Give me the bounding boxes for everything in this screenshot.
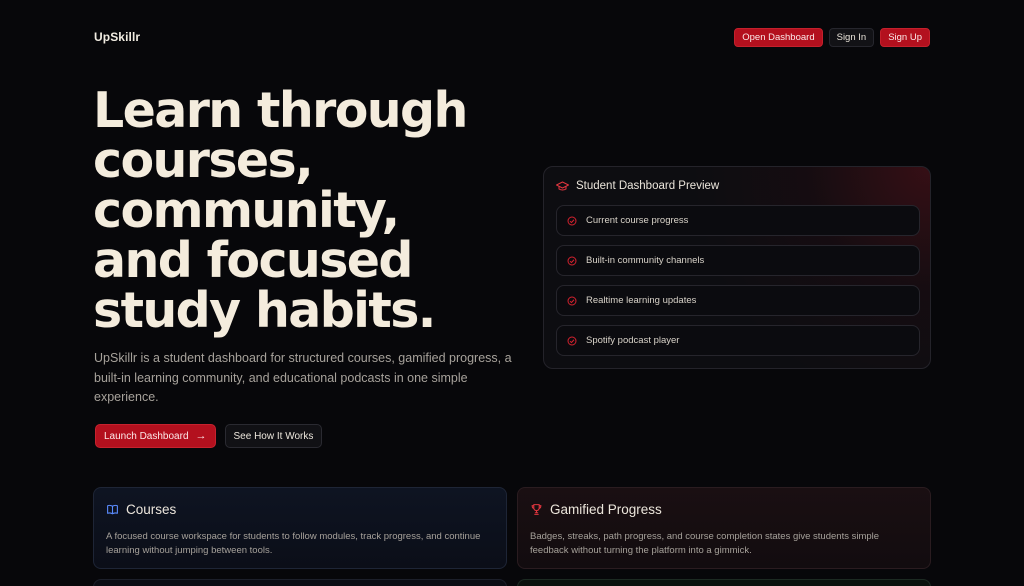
hero-title-line: courses, xyxy=(93,132,314,189)
launch-dashboard-button[interactable]: Launch Dashboard → xyxy=(95,424,216,448)
preview-item-label: Current course progress xyxy=(586,215,689,226)
top-nav: Open Dashboard Sign In Sign Up xyxy=(734,28,930,47)
check-circle-icon xyxy=(567,296,577,305)
preview-item: Realtime learning updates xyxy=(556,285,920,316)
hero-title-line: community, xyxy=(93,182,400,239)
dashboard-preview-card: Student Dashboard Preview Current course… xyxy=(543,166,931,369)
preview-item-label: Built-in community channels xyxy=(586,255,705,266)
preview-item: Spotify podcast player xyxy=(556,325,920,356)
see-how-it-works-button[interactable]: See How It Works xyxy=(224,424,323,448)
check-circle-icon xyxy=(567,256,577,265)
hero-cta-group: Launch Dashboard → See How It Works xyxy=(95,424,323,448)
feature-header: Courses xyxy=(106,501,494,517)
open-dashboard-button[interactable]: Open Dashboard xyxy=(734,28,823,47)
brand-logo[interactable]: UpSkillr xyxy=(94,30,140,44)
preview-list: Current course progress Built-in communi… xyxy=(556,205,920,356)
arrow-right-icon: → xyxy=(195,429,207,442)
hero-title-line: and focused xyxy=(93,232,413,289)
graduation-cap-icon xyxy=(556,181,569,191)
sign-up-button[interactable]: Sign Up xyxy=(880,28,930,47)
preview-item: Built-in community channels xyxy=(556,245,920,276)
preview-item-label: Spotify podcast player xyxy=(586,335,680,346)
feature-description: Badges, streaks, path progress, and cour… xyxy=(530,531,880,556)
sign-in-button[interactable]: Sign In xyxy=(828,28,875,47)
feature-header: Gamified Progress xyxy=(530,501,918,517)
feature-card-gamified-progress: Gamified Progress Badges, streaks, path … xyxy=(517,487,931,569)
check-circle-icon xyxy=(567,336,577,345)
landing-page: UpSkillr Open Dashboard Sign In Sign Up … xyxy=(0,0,1024,586)
feature-description: A focused course workspace for students … xyxy=(106,531,481,556)
feature-card-partial xyxy=(517,579,931,586)
feature-title: Courses xyxy=(126,501,177,517)
book-icon xyxy=(107,504,118,514)
feature-title: Gamified Progress xyxy=(550,501,662,517)
hero-title-line: study habits. xyxy=(93,282,436,339)
hero-description: UpSkillr is a student dashboard for stru… xyxy=(94,351,512,404)
trophy-icon xyxy=(531,503,542,515)
preview-title: Student Dashboard Preview xyxy=(576,180,720,192)
preview-item: Current course progress xyxy=(556,205,920,236)
check-circle-icon xyxy=(567,216,577,225)
hero-title: Learn through courses, community, and fo… xyxy=(93,86,533,336)
preview-item-label: Realtime learning updates xyxy=(586,295,697,306)
launch-dashboard-label: Launch Dashboard xyxy=(104,430,189,442)
feature-card-partial xyxy=(93,579,507,586)
preview-header: Student Dashboard Preview xyxy=(556,180,719,192)
feature-card-courses: Courses A focused course workspace for s… xyxy=(93,487,507,569)
hero-title-line: Learn through xyxy=(93,82,468,139)
